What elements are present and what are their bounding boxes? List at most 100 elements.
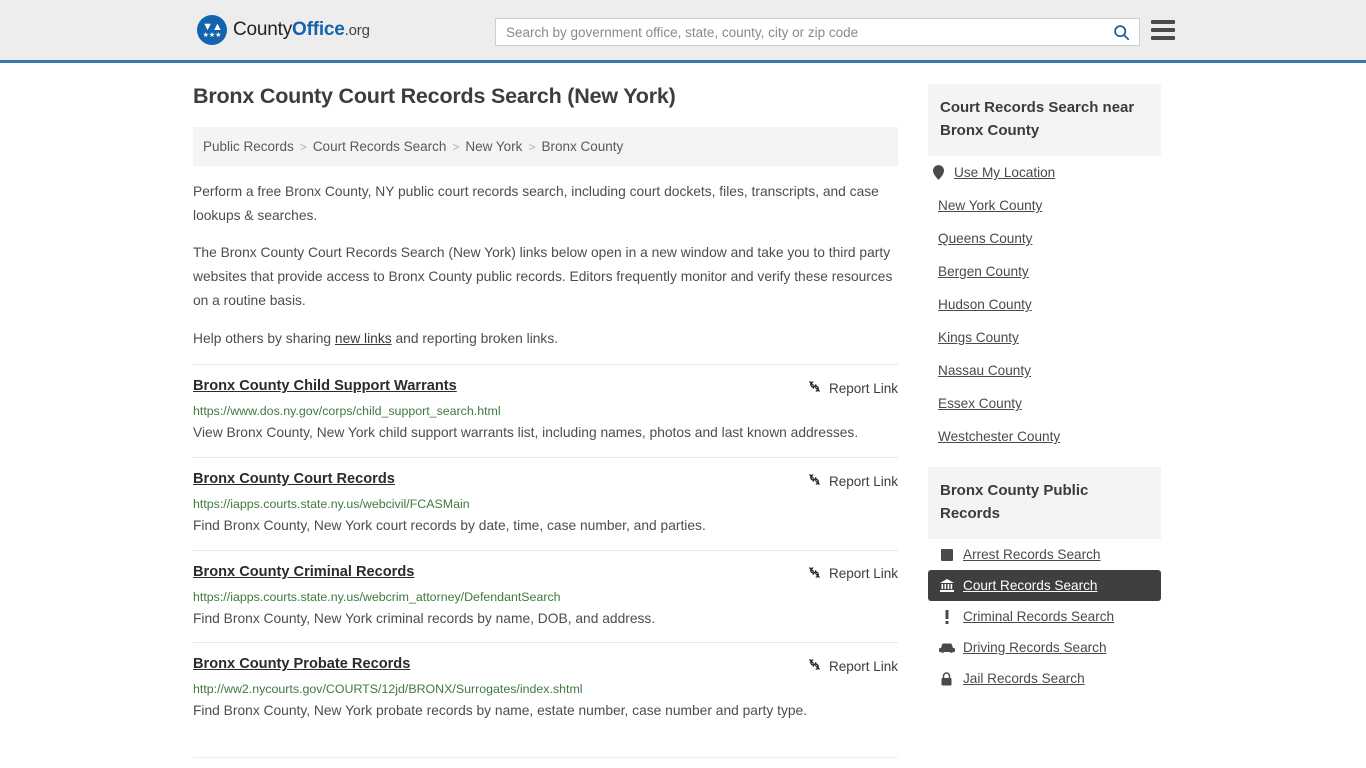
- sidebar-record-link[interactable]: Driving Records Search: [963, 640, 1107, 655]
- result-url: https://iapps.courts.state.ny.us/webcrim…: [193, 589, 561, 604]
- report-link-button[interactable]: Report Link: [807, 564, 898, 583]
- sidebar-item-county[interactable]: Hudson County: [928, 288, 1161, 321]
- result-title-link[interactable]: Bronx County Child Support Warrants: [193, 378, 457, 394]
- broken-link-icon: [807, 657, 822, 675]
- breadcrumb: Public Records > Court Records Search > …: [193, 127, 898, 166]
- sidebar-item-county[interactable]: New York County: [928, 189, 1161, 222]
- result-description: Find Bronx County, New York criminal rec…: [193, 610, 656, 626]
- main-content: Bronx County Court Records Search (New Y…: [193, 84, 928, 759]
- sidebar-item-county[interactable]: Bergen County: [928, 255, 1161, 288]
- county-link[interactable]: Essex County: [938, 396, 1022, 411]
- result-item: Bronx County Probate Records Report Link h…: [193, 642, 898, 735]
- result-header: Bronx County Criminal Records Report Link: [193, 564, 898, 583]
- sidebar-record-link[interactable]: Court Records Search: [963, 578, 1097, 593]
- sidebar-record-link[interactable]: Criminal Records Search: [963, 609, 1114, 624]
- search-bar: [495, 18, 1140, 46]
- logo-text-county: County: [233, 19, 293, 40]
- search-input[interactable]: [496, 19, 1103, 45]
- hamburger-bar: [1151, 36, 1175, 40]
- result-title-link[interactable]: Bronx County Court Records: [193, 471, 395, 487]
- result-header: Bronx County Probate Records Report Link: [193, 656, 898, 675]
- report-link-button[interactable]: Report Link: [807, 471, 898, 490]
- search-button[interactable]: [1103, 19, 1139, 45]
- sidebar-item-county[interactable]: Essex County: [928, 387, 1161, 420]
- sidebar-nearby-title: Court Records Search near Bronx County: [928, 84, 1161, 156]
- logo-text-org: .org: [344, 22, 370, 39]
- result-url: https://www.dos.ny.gov/corps/child_suppo…: [193, 404, 501, 419]
- result-url: http://ww2.nycourts.gov/COURTS/12jd/BRON…: [193, 682, 583, 697]
- content-divider: [193, 757, 898, 759]
- map-pin-icon: [928, 165, 948, 180]
- site-logo[interactable]: ▼▲ ★★★ CountyOffice.org: [197, 15, 370, 45]
- intro-paragraph-3: Help others by sharing new links and rep…: [193, 327, 898, 351]
- hamburger-bar: [1151, 28, 1175, 32]
- sidebar-record-link[interactable]: Jail Records Search: [963, 671, 1085, 686]
- result-item: Bronx County Child Support Warrants Repor…: [193, 364, 898, 457]
- breadcrumb-separator-icon: >: [528, 139, 536, 154]
- result-header: Bronx County Child Support Warrants Repor…: [193, 378, 898, 397]
- results-list: Bronx County Child Support Warrants Repor…: [193, 364, 898, 735]
- sidebar: Court Records Search near Bronx County U…: [928, 84, 1161, 758]
- intro-paragraph-1: Perform a free Bronx County, NY public c…: [193, 184, 879, 223]
- breadcrumb-item-bronx-county[interactable]: Bronx County: [541, 139, 623, 154]
- exclamation-icon: [938, 609, 955, 624]
- new-links-link[interactable]: new links: [335, 331, 392, 346]
- hamburger-menu-icon[interactable]: [1151, 20, 1175, 40]
- sidebar-item-county[interactable]: Kings County: [928, 321, 1161, 354]
- sidebar-item-county[interactable]: Nassau County: [928, 354, 1161, 387]
- county-link[interactable]: Queens County: [938, 231, 1032, 246]
- broken-link-icon: [807, 379, 822, 397]
- county-link[interactable]: Bergen County: [938, 264, 1029, 279]
- hamburger-bar: [1151, 20, 1175, 24]
- page-title: Bronx County Court Records Search (New Y…: [193, 84, 676, 108]
- result-header: Bronx County Court Records Report Link: [193, 471, 898, 490]
- sidebar-record-link[interactable]: Arrest Records Search: [963, 547, 1101, 562]
- result-url: https://iapps.courts.state.ny.us/webcivi…: [193, 497, 470, 512]
- breadcrumb-separator-icon: >: [452, 139, 460, 154]
- intro-p3-before: Help others by sharing: [193, 330, 335, 346]
- breadcrumb-item-public-records[interactable]: Public Records: [203, 139, 294, 154]
- report-link-label: Report Link: [828, 473, 898, 489]
- intro-text: Perform a free Bronx County, NY public c…: [193, 180, 898, 350]
- sidebar-record-item[interactable]: Court Records Search: [928, 570, 1161, 601]
- result-item: Bronx County Court Records Report Link htt…: [193, 457, 898, 550]
- use-my-location-link[interactable]: Use My Location: [954, 165, 1055, 180]
- report-link-label: Report Link: [828, 658, 898, 674]
- report-link-label: Report Link: [828, 380, 898, 396]
- sidebar-public-records-title: Bronx County Public Records: [928, 467, 1161, 539]
- county-link[interactable]: Kings County: [938, 330, 1019, 345]
- report-link-label: Report Link: [828, 566, 898, 582]
- county-link[interactable]: Hudson County: [938, 297, 1032, 312]
- site-header: ▼▲ ★★★ CountyOffice.org: [0, 0, 1366, 63]
- sidebar-item-county[interactable]: Westchester County: [928, 420, 1161, 453]
- result-title-link[interactable]: Bronx County Criminal Records: [193, 564, 414, 580]
- sidebar-record-item[interactable]: Criminal Records Search: [928, 601, 1161, 632]
- page-container: Bronx County Court Records Search (New Y…: [193, 63, 1173, 759]
- county-link[interactable]: Nassau County: [938, 363, 1031, 378]
- logo-text-office: Office: [292, 19, 345, 40]
- result-description: View Bronx County, New York child suppor…: [193, 425, 859, 441]
- sidebar-item-county[interactable]: Queens County: [928, 222, 1161, 255]
- intro-p3-after: and reporting broken links.: [391, 330, 559, 346]
- breadcrumb-separator-icon: >: [299, 139, 307, 154]
- county-link[interactable]: Westchester County: [938, 429, 1060, 444]
- result-title-link[interactable]: Bronx County Probate Records: [193, 656, 410, 672]
- county-link[interactable]: New York County: [938, 198, 1042, 213]
- report-link-button[interactable]: Report Link: [807, 378, 898, 397]
- broken-link-icon: [807, 472, 822, 490]
- sidebar-record-item[interactable]: Driving Records Search: [928, 632, 1161, 663]
- breadcrumb-item-new-york[interactable]: New York: [465, 139, 522, 154]
- report-link-button[interactable]: Report Link: [807, 656, 898, 675]
- sidebar-item-use-my-location[interactable]: Use My Location: [928, 156, 1161, 189]
- sidebar-public-records-list: Arrest Records Search Court Records Searc…: [928, 539, 1161, 694]
- result-description: Find Bronx County, New York probate reco…: [193, 703, 808, 719]
- breadcrumb-item-court-records-search[interactable]: Court Records Search: [313, 139, 447, 154]
- sidebar-record-item[interactable]: Jail Records Search: [928, 663, 1161, 694]
- result-item: Bronx County Criminal Records Report Link…: [193, 549, 898, 643]
- eagle-seal-icon: ▼▲ ★★★: [197, 15, 227, 45]
- intro-paragraph-2: The Bronx County Court Records Search (N…: [193, 245, 893, 308]
- broken-link-icon: [807, 565, 822, 583]
- sidebar-record-item[interactable]: Arrest Records Search: [928, 539, 1161, 570]
- result-description: Find Bronx County, New York court record…: [193, 518, 706, 534]
